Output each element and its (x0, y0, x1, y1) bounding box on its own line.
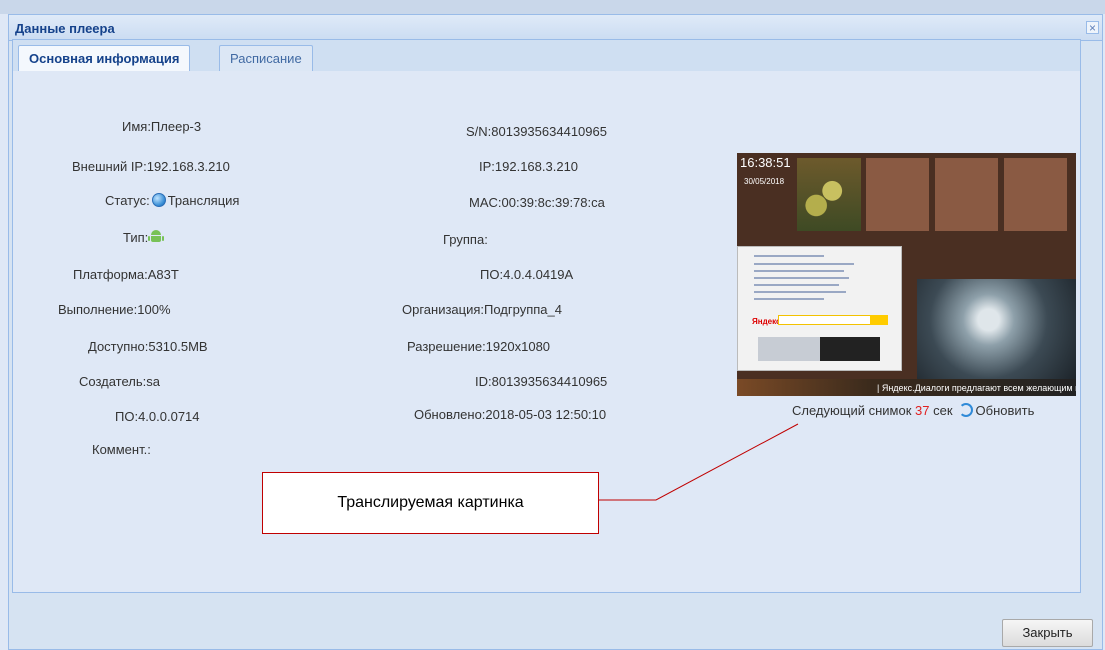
callout-connector (599, 423, 799, 501)
callout-connector-line (599, 423, 799, 501)
close-button[interactable]: Закрыть (1002, 619, 1093, 647)
callout-box: Транслируемая картинка (262, 472, 599, 534)
